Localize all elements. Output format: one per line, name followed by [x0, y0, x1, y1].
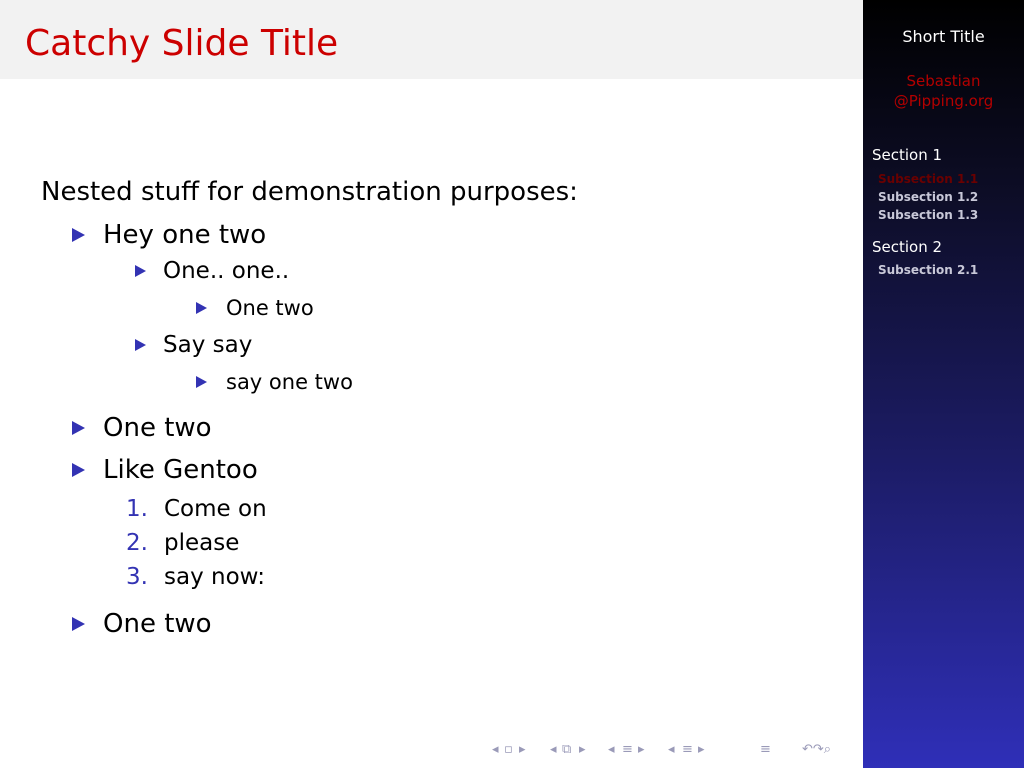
bullet-triangle-icon [72, 617, 85, 631]
list-item: say now: [164, 564, 265, 590]
bullet-triangle-icon [196, 376, 207, 388]
nav-prev-frame-icon[interactable]: ◂ [492, 742, 499, 757]
nav-subsection-icon[interactable]: ⧉ [562, 742, 571, 757]
author-line: Sebastian [906, 72, 981, 90]
sidebar-author[interactable]: Sebastian @Pipping.org [863, 71, 1024, 111]
nav-slide-icon[interactable]: ≡ [682, 742, 693, 757]
nav-toc-icon[interactable]: ≡ [760, 742, 771, 757]
nav-next-section-icon[interactable]: ▸ [638, 742, 645, 757]
list-item: Like Gentoo [103, 455, 258, 485]
enum-number: 3. [126, 564, 148, 590]
bullet-triangle-icon [135, 265, 146, 277]
nav-prev-section-icon[interactable]: ◂ [608, 742, 615, 757]
nav-next-frame-icon[interactable]: ▸ [519, 742, 526, 757]
sidebar-item-subsection-1-2[interactable]: Subsection 1.2 [878, 190, 978, 204]
list-item: One two [103, 609, 212, 639]
list-item: Say say [163, 332, 253, 358]
sidebar-short-title[interactable]: Short Title [863, 27, 1024, 46]
enum-number: 1. [126, 496, 148, 522]
bullet-triangle-icon [72, 421, 85, 435]
list-item: Hey one two [103, 220, 267, 250]
nav-frame-icon[interactable]: ▫ [504, 742, 513, 757]
list-item: One two [226, 296, 314, 320]
nav-next-subsection-icon[interactable]: ▸ [579, 742, 586, 757]
nav-prev-subsection-icon[interactable]: ◂ [550, 742, 557, 757]
sidebar-item-subsection-2-1[interactable]: Subsection 2.1 [878, 263, 978, 277]
list-item: One.. one.. [163, 258, 290, 284]
list-item: Come on [164, 496, 267, 522]
list-item: please [164, 530, 240, 556]
bullet-triangle-icon [135, 339, 146, 351]
sidebar-item-subsection-1-1[interactable]: Subsection 1.1 [878, 172, 978, 186]
bullet-triangle-icon [72, 228, 85, 242]
sidebar-item-subsection-1-3[interactable]: Subsection 1.3 [878, 208, 978, 222]
enum-number: 2. [126, 530, 148, 556]
bullet-triangle-icon [196, 302, 207, 314]
list-item: One two [103, 413, 212, 443]
sidebar-item-section-2[interactable]: Section 2 [872, 238, 942, 256]
list-item: say one two [226, 370, 353, 394]
author-line: @Pipping.org [893, 92, 994, 110]
sidebar-item-section-1[interactable]: Section 1 [872, 146, 942, 164]
bullet-triangle-icon [72, 463, 85, 477]
nav-prev-slide-icon[interactable]: ◂ [668, 742, 675, 757]
slide-body: Nested stuff for demonstration purposes:… [0, 0, 863, 768]
nav-search-icon[interactable]: ↶↷⌕ [802, 742, 831, 757]
intro-text: Nested stuff for demonstration purposes: [41, 177, 578, 207]
nav-next-slide-icon[interactable]: ▸ [698, 742, 705, 757]
sidebar: Short Title Sebastian @Pipping.org Secti… [863, 0, 1024, 768]
nav-section-icon[interactable]: ≡ [622, 742, 633, 757]
